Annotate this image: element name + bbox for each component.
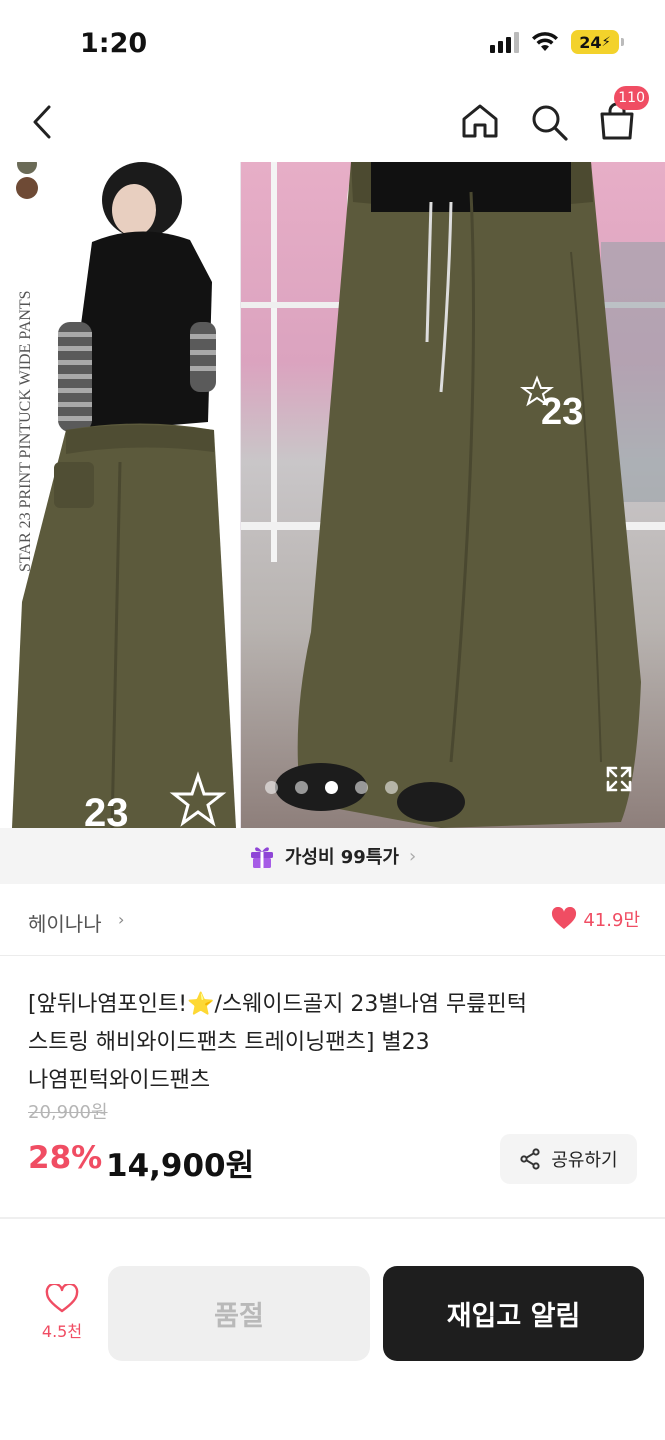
closeup-print-number: 23 (541, 391, 583, 433)
original-price: 20,900원 (28, 1102, 108, 1123)
cart-count-badge: 110 (614, 86, 649, 110)
top-nav: 110 (0, 86, 665, 162)
model-print-number: 23 (84, 791, 129, 828)
product-title-line: 나염핀턱와이드팬츠 (28, 1068, 211, 1093)
promo-label: 가성비 99특가 (284, 847, 399, 868)
chevron-right-icon: › (408, 845, 417, 867)
search-button[interactable] (527, 100, 571, 144)
expand-button[interactable] (604, 764, 634, 794)
expand-icon (606, 766, 632, 792)
product-title-line: 스트링 해비와이드팬츠 트레이닝팬츠] 별23 (28, 1030, 430, 1055)
carousel-dot[interactable] (295, 781, 308, 794)
wifi-icon (532, 32, 558, 51)
model-illustration: 23 STAR 23 PRINT PINTUCK WIDE PANTS (12, 162, 236, 828)
carousel-indicators (265, 781, 398, 794)
share-label: 공유하기 (551, 1150, 618, 1171)
promo-banner[interactable]: 가성비 99특가 › (0, 828, 665, 884)
product-photo-closeup: 23 (241, 162, 665, 828)
wishlist-count: 4.5천 (41, 1322, 83, 1341)
heart-outline-icon (45, 1284, 79, 1313)
sold-out-button[interactable]: 품절 (108, 1266, 370, 1361)
product-title: [앞뒤나염포인트!⭐/스웨이드골지 23별나염 무릎핀턱 스트링 해비와이드팬츠… (28, 986, 628, 1100)
heart-filled-icon (552, 907, 577, 929)
product-title-line: [앞뒤나염포인트!⭐/스웨이드골지 23별나염 무릎핀턱 (28, 992, 527, 1017)
store-like-button[interactable]: 41.9만 (551, 906, 640, 932)
seller-row: 헤이나나 › 41.9만 (0, 884, 665, 956)
chevron-right-icon: › (118, 910, 125, 929)
battery-level: 24 (579, 32, 602, 52)
back-button[interactable] (22, 102, 62, 142)
sale-price: 14,900원 (106, 1148, 255, 1184)
vertical-caption: STAR 23 PRINT PINTUCK WIDE PANTS (17, 290, 34, 572)
status-bar: 1:20 24 ⚡ (0, 0, 665, 88)
carousel-dot[interactable] (355, 781, 368, 794)
status-icons: 24 ⚡ (490, 30, 624, 54)
battery-indicator: 24 ⚡ (571, 30, 624, 54)
carousel-dot-active[interactable] (325, 781, 338, 794)
section-divider (0, 1217, 665, 1219)
signal-icon (490, 31, 519, 53)
closeup-illustration: 23 (241, 162, 665, 828)
seller-name-link[interactable]: 헤이나나 (28, 908, 102, 937)
discount-rate: 28% (28, 1140, 103, 1176)
status-time: 1:20 (80, 28, 148, 59)
share-icon (520, 1148, 540, 1170)
home-icon (462, 104, 498, 138)
cart-button[interactable]: 110 (597, 86, 649, 142)
store-like-count: 41.9만 (583, 910, 640, 931)
gift-icon (250, 847, 273, 868)
carousel-dot[interactable] (385, 781, 398, 794)
carousel-dot[interactable] (265, 781, 278, 794)
product-photo-model: 23 STAR 23 PRINT PINTUCK WIDE PANTS (0, 162, 240, 828)
search-icon (532, 105, 568, 141)
share-button[interactable]: 공유하기 (500, 1134, 637, 1184)
chevron-left-icon (33, 105, 51, 139)
home-button[interactable] (459, 100, 501, 142)
restock-alert-button[interactable]: 재입고 알림 (383, 1266, 644, 1361)
wishlist-button[interactable]: 4.5천 (22, 1284, 102, 1354)
product-image-carousel[interactable]: 23 STAR 23 PRINT PINTUCK WIDE PANTS 23 (0, 162, 665, 828)
